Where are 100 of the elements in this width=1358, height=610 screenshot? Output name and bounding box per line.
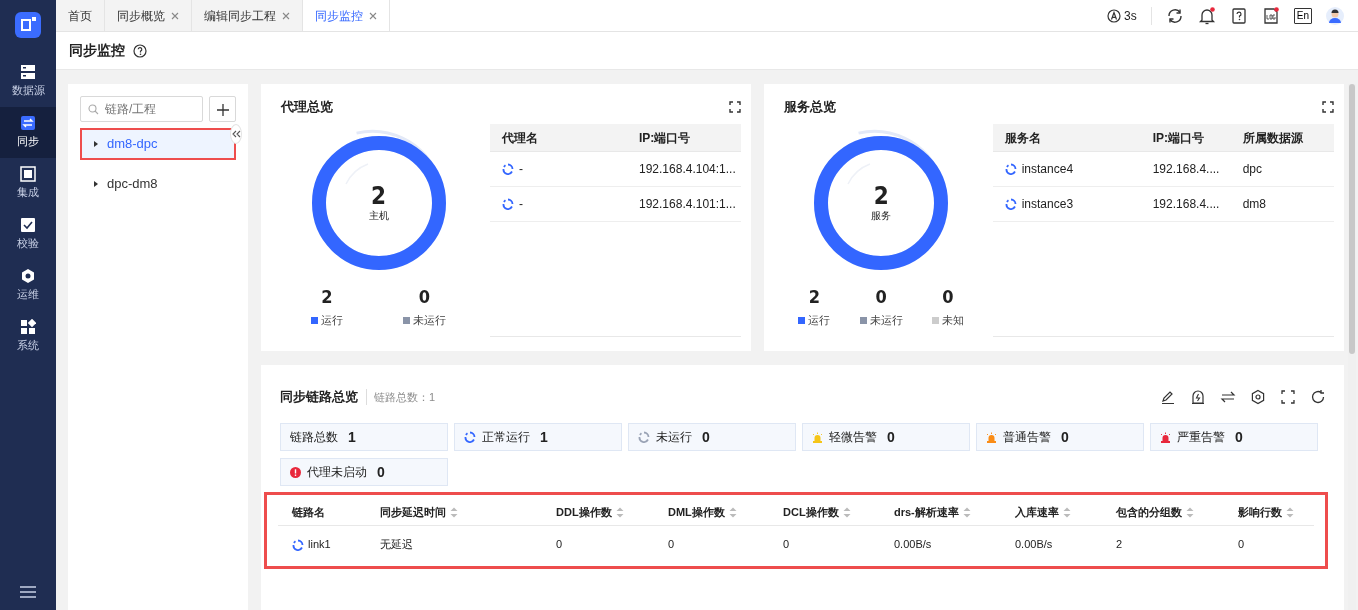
- checkbox-icon: [20, 217, 36, 234]
- caret-icon: [93, 140, 99, 148]
- card-title: 代理总览: [281, 98, 333, 117]
- sidebar-item[interactable]: 校验: [0, 209, 56, 260]
- search-field[interactable]: 链路/工程: [80, 96, 203, 122]
- bell-icon[interactable]: [1197, 6, 1216, 25]
- column-header: DDL操作数: [556, 505, 612, 521]
- refresh-icon[interactable]: [1310, 389, 1326, 405]
- column-header: 所属数据源: [1241, 129, 1304, 147]
- logo-icon: [15, 12, 41, 38]
- fullscreen-icon[interactable]: [1280, 389, 1296, 405]
- switch-icon[interactable]: [1220, 389, 1236, 405]
- square-icon: [20, 166, 36, 183]
- table-cell-text: 192.168.4.104:1...: [639, 161, 736, 178]
- legend-value: 0: [942, 288, 954, 306]
- close-icon[interactable]: [171, 11, 179, 20]
- table-cell-text: 0: [668, 537, 675, 553]
- close-icon[interactable]: [369, 11, 377, 20]
- sidebar-item[interactable]: 同步: [0, 107, 56, 158]
- fullscreen-icon[interactable]: [1322, 101, 1334, 113]
- link-count: 链路总数：1: [366, 388, 436, 406]
- column-header: DCL操作数: [783, 505, 839, 521]
- table-cell-text: 192.168.4.101:1...: [639, 196, 736, 213]
- stat-value: 1: [540, 427, 548, 447]
- sidebar-item[interactable]: 数据源: [0, 56, 56, 107]
- legend-label: 未运行: [869, 313, 903, 328]
- settings-icon[interactable]: [1250, 389, 1266, 405]
- table-cell-text: link1: [308, 537, 331, 553]
- stat-label: 轻微告警: [829, 429, 877, 446]
- table-cell-text: 0.00B/s: [894, 537, 932, 553]
- stat-label: 正常运行: [482, 429, 530, 446]
- column-header: 链路名: [292, 505, 325, 521]
- tab[interactable]: 同步概览: [105, 0, 192, 31]
- page-title: 同步监控: [69, 41, 125, 60]
- stat-label: 代理未启动: [307, 464, 367, 481]
- log-icon[interactable]: [1261, 6, 1280, 25]
- error-icon: [290, 466, 301, 478]
- table-cell-text: 2: [1116, 537, 1123, 553]
- column-header: 入库速率: [1015, 505, 1059, 521]
- column-header: DML操作数: [668, 505, 725, 521]
- language-button[interactable]: En: [1293, 7, 1312, 24]
- add-button[interactable]: [209, 96, 236, 122]
- table-cell-text: 0: [783, 537, 790, 553]
- table-cell-text: 0.00B/s: [1015, 537, 1053, 553]
- double-chevron-icon: [231, 130, 241, 139]
- stat-label: 严重告警: [1177, 429, 1225, 446]
- sidebar-item[interactable]: 运维: [0, 260, 56, 311]
- table-cell-text: instance3: [1021, 196, 1074, 213]
- legend-value: 0: [875, 288, 887, 306]
- table-cell-text: 192.168.4....: [1152, 196, 1220, 213]
- edit-icon[interactable]: [1160, 389, 1176, 405]
- stat-value: 0: [1061, 427, 1069, 447]
- legend-label: 未知: [942, 313, 964, 328]
- gauge-label: 主机: [368, 208, 389, 223]
- help-book-icon[interactable]: [1229, 6, 1248, 25]
- table-cell-text: 0: [556, 537, 563, 553]
- column-header: 同步延迟时间: [380, 505, 446, 521]
- caret-icon: [93, 180, 99, 188]
- status-icon: [464, 431, 476, 443]
- column-header: 影响行数: [1238, 505, 1282, 521]
- stat-label: 普通告警: [1003, 429, 1051, 446]
- scrollbar-thumb[interactable]: [1349, 84, 1355, 354]
- stat-value: 0: [1235, 427, 1243, 447]
- table-cell-text: 0: [1238, 537, 1245, 553]
- legend-label: 运行: [808, 313, 831, 328]
- menu-icon[interactable]: [19, 584, 37, 600]
- legend-label: 运行: [321, 313, 343, 328]
- refresh-icon[interactable]: [1165, 6, 1184, 25]
- stat-value: 1: [348, 427, 356, 447]
- column-header: drs-解析速率: [894, 505, 959, 521]
- collapse-button[interactable]: [230, 124, 242, 144]
- table-cell-text: -: [519, 161, 523, 178]
- card-title: 同步链路总览: [280, 388, 358, 407]
- alarm-icon[interactable]: [1190, 389, 1206, 405]
- swap-icon: [20, 115, 36, 132]
- help-icon[interactable]: [133, 43, 147, 58]
- gauge-value: 2: [371, 183, 386, 208]
- sidebar-item[interactable]: 集成: [0, 158, 56, 209]
- avatar-icon[interactable]: [1326, 6, 1344, 25]
- close-icon[interactable]: [282, 11, 290, 20]
- card-title: 服务总览: [783, 98, 836, 117]
- refresh-interval: 3s: [1124, 7, 1137, 25]
- tab[interactable]: 编辑同步工程: [192, 0, 303, 31]
- grid-icon: [20, 319, 36, 336]
- column-header: IP:端口号: [638, 129, 692, 147]
- status-icon: [638, 431, 650, 443]
- legend-value: 0: [418, 288, 431, 306]
- stat-value: 0: [702, 427, 710, 447]
- tab[interactable]: 首页: [56, 0, 105, 31]
- auto-refresh-icon[interactable]: [1107, 8, 1122, 23]
- table-cell-text: 无延迟: [380, 537, 413, 553]
- column-header: 包含的分组数: [1116, 505, 1182, 521]
- fullscreen-icon[interactable]: [728, 101, 741, 113]
- column-header: 代理名: [501, 129, 539, 147]
- stat-label: 链路总数: [290, 429, 338, 446]
- sidebar-item[interactable]: 系统: [0, 311, 56, 362]
- tree-item[interactable]: dpc-dm8: [80, 168, 236, 200]
- stat-label: 未运行: [656, 429, 692, 446]
- tree-item[interactable]: dm8-dpc: [80, 128, 236, 160]
- server-icon: [20, 64, 36, 81]
